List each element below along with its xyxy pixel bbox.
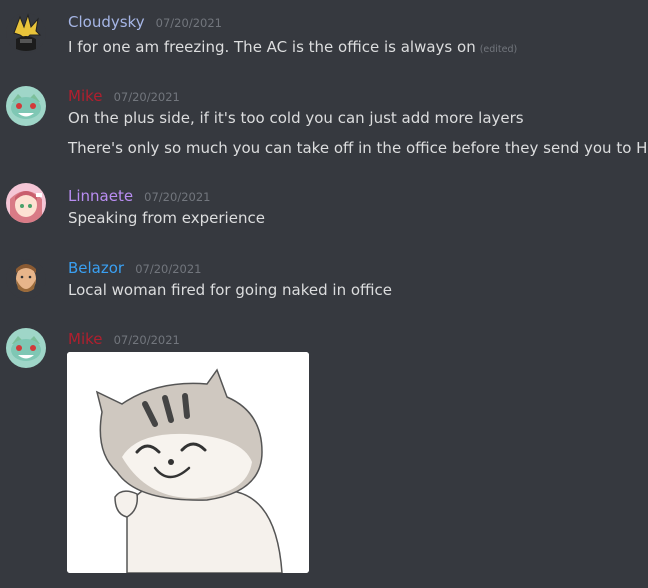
- bearded-man-avatar[interactable]: [6, 259, 46, 299]
- bulbasaur-avatar[interactable]: [6, 86, 46, 126]
- message-header: Mike 07/20/2021: [68, 329, 180, 348]
- smiling-cat-image: [67, 352, 309, 573]
- anime-girl-avatar[interactable]: [6, 183, 46, 223]
- message-content: Local woman fired for going naked in off…: [68, 281, 392, 299]
- bulbasaur-avatar[interactable]: [6, 328, 46, 368]
- message-content: There's only so much you can take off in…: [68, 139, 648, 157]
- timestamp: 07/20/2021: [113, 333, 180, 347]
- image-attachment[interactable]: [67, 352, 309, 573]
- message-header: Linnaete 07/20/2021: [68, 186, 210, 205]
- cloud-strife-avatar[interactable]: [6, 13, 46, 53]
- timestamp: 07/20/2021: [135, 262, 202, 276]
- timestamp: 07/20/2021: [144, 190, 211, 204]
- username[interactable]: Mike: [68, 87, 103, 105]
- message-text: I for one am freezing. The AC is the off…: [68, 38, 517, 56]
- username[interactable]: Cloudysky: [68, 13, 145, 31]
- timestamp: 07/20/2021: [113, 90, 180, 104]
- message-content: On the plus side, if it's too cold you c…: [68, 109, 524, 127]
- timestamp: 07/20/2021: [155, 16, 222, 30]
- username[interactable]: Belazor: [68, 259, 124, 277]
- username[interactable]: Mike: [68, 330, 103, 348]
- message-content: I for one am freezing. The AC is the off…: [68, 38, 476, 56]
- message-header: Mike 07/20/2021: [68, 86, 180, 105]
- message-header: Belazor 07/20/2021: [68, 258, 202, 277]
- username[interactable]: Linnaete: [68, 187, 133, 205]
- message-header: Cloudysky 07/20/2021: [68, 12, 222, 31]
- message-content: Speaking from experience: [68, 209, 265, 227]
- edited-label: (edited): [479, 44, 518, 55]
